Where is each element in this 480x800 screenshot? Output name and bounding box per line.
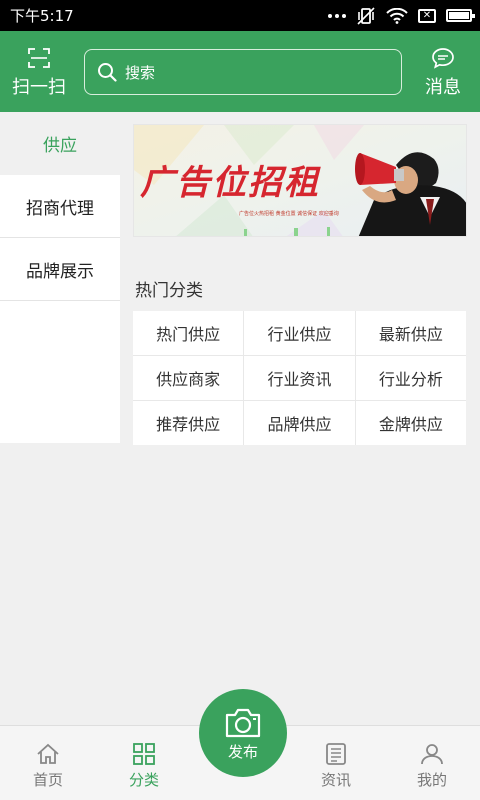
sidebar-item-label: 招商代理 <box>26 198 94 219</box>
sidebar-item-brand-showcase[interactable]: 品牌展示 <box>0 238 120 301</box>
publish-button[interactable]: 发布 <box>199 689 287 777</box>
top-header: 扫一扫 搜索 消息 <box>0 31 480 112</box>
status-time: 下午5:17 <box>10 7 74 25</box>
grid-icon <box>133 743 155 765</box>
user-icon <box>421 744 443 765</box>
category-industry-news[interactable]: 行业资讯 <box>244 356 355 400</box>
tab-news-label: 资讯 <box>320 771 351 789</box>
tab-news[interactable]: 资讯 <box>288 726 384 800</box>
search-input[interactable]: 搜索 <box>84 49 402 95</box>
more-dots-icon <box>328 13 346 18</box>
message-label: 消息 <box>425 77 461 98</box>
category-brand-supply[interactable]: 品牌供应 <box>244 401 355 445</box>
ad-banner[interactable]: 广告位火热招租 黄金位置 诚信保证 欢迎垂询 广告位招租 <box>133 124 467 237</box>
battery-icon <box>446 9 475 22</box>
message-button[interactable]: 消息 <box>420 47 466 99</box>
status-icons: ✕ <box>328 6 475 25</box>
sidebar-item-investment-agency[interactable]: 招商代理 <box>0 175 120 238</box>
camera-icon <box>225 708 261 738</box>
tab-home[interactable]: 首页 <box>0 726 96 800</box>
tab-category-label: 分类 <box>128 771 159 789</box>
search-icon <box>98 63 117 82</box>
scan-icon <box>28 48 50 68</box>
scan-label: 扫一扫 <box>12 77 66 98</box>
category-hot-supply[interactable]: 热门供应 <box>133 311 244 355</box>
search-placeholder: 搜索 <box>125 63 156 82</box>
sidebar-item-supply[interactable]: 供应 <box>0 112 120 175</box>
tab-home-label: 首页 <box>32 771 63 789</box>
vibrate-off-icon <box>357 6 375 25</box>
no-sim-icon: ✕ <box>418 8 436 23</box>
scan-button[interactable]: 扫一扫 <box>8 47 70 99</box>
hot-categories-grid: 热门供应 行业供应 最新供应 供应商家 行业资讯 行业分析 推荐供应 品牌供应 … <box>133 311 466 445</box>
home-icon <box>37 743 59 764</box>
category-sidebar: 供应 招商代理 品牌展示 <box>0 112 120 443</box>
newspaper-icon <box>326 743 346 765</box>
category-industry-supply[interactable]: 行业供应 <box>244 311 355 355</box>
tab-mine[interactable]: 我的 <box>384 726 480 800</box>
publish-label: 发布 <box>227 743 258 761</box>
category-industry-analysis[interactable]: 行业分析 <box>355 356 466 400</box>
sidebar-item-label: 品牌展示 <box>26 261 94 282</box>
chat-bubble-icon <box>432 48 454 69</box>
tab-mine-label: 我的 <box>416 771 447 789</box>
category-recommended-supply[interactable]: 推荐供应 <box>133 401 244 445</box>
hot-categories-title: 热门分类 <box>135 281 203 301</box>
category-suppliers[interactable]: 供应商家 <box>133 356 244 400</box>
category-latest-supply[interactable]: 最新供应 <box>355 311 466 355</box>
banner-headline: 广告位招租 <box>140 163 320 203</box>
category-gold-supply[interactable]: 金牌供应 <box>355 401 466 445</box>
sidebar-item-label: 供应 <box>43 136 77 156</box>
status-bar: 下午5:17 ✕ <box>0 0 480 31</box>
svg-text:广告位火热招租 黄金位置 诚信保证 欢迎垂询: 广告位火热招租 黄金位置 诚信保证 欢迎垂询 <box>239 210 339 217</box>
tab-category[interactable]: 分类 <box>96 726 192 800</box>
wifi-icon <box>386 7 408 24</box>
sidebar-fill <box>0 301 120 443</box>
